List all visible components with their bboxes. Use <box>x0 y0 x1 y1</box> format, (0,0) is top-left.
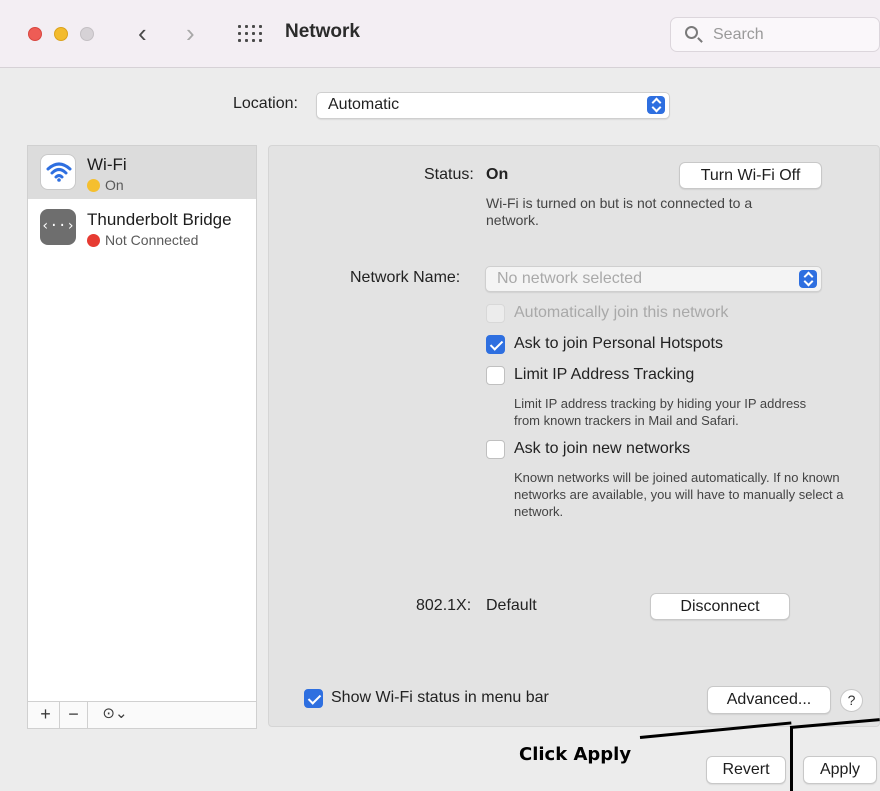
remove-service-button[interactable]: − <box>60 702 88 728</box>
service-list-toolbar: + − ⊙⌄ <box>28 701 256 728</box>
ask-new-networks-label: Ask to join new networks <box>514 440 691 457</box>
ask-new-networks-checkbox[interactable] <box>486 440 505 459</box>
action-menu-button[interactable]: ⊙⌄ <box>92 702 138 728</box>
limit-ip-tracking-label: Limit IP Address Tracking <box>514 366 695 383</box>
show-wifi-status-checkbox[interactable] <box>304 689 323 708</box>
turn-wifi-off-button[interactable]: Turn Wi-Fi Off <box>679 162 822 189</box>
back-arrow-icon[interactable]: ‹ <box>138 18 147 48</box>
zoom-window-button[interactable] <box>80 27 94 41</box>
apply-button[interactable]: Apply <box>803 756 877 784</box>
service-item-wifi[interactable]: Wi-Fi On <box>28 146 256 199</box>
status-dot-icon <box>87 234 100 247</box>
dot1x-label: 802.1X: <box>416 597 472 614</box>
network-name-select[interactable]: No network selected <box>485 266 822 292</box>
forward-arrow-icon[interactable]: › <box>186 18 195 48</box>
network-name-label: Network Name: <box>350 269 461 286</box>
service-name: Wi-Fi <box>87 155 127 174</box>
service-status-text: On <box>105 177 124 193</box>
service-status: On <box>87 177 124 193</box>
status-label: Status: <box>424 166 474 183</box>
status-value: On <box>486 166 509 183</box>
network-name-placeholder: No network selected <box>497 270 642 287</box>
service-status: Not Connected <box>87 232 198 248</box>
search-field[interactable]: Search <box>670 17 880 52</box>
new-networks-description: Known networks will be joined automatica… <box>514 470 844 519</box>
chevron-updown-icon <box>647 96 665 114</box>
dot1x-value: Default <box>486 597 537 614</box>
window-title: Network <box>285 21 360 42</box>
service-status-text: Not Connected <box>105 232 199 248</box>
auto-join-label: Automatically join this network <box>514 304 729 321</box>
annotation-box-edge <box>790 728 793 791</box>
wifi-icon <box>40 154 76 190</box>
help-button[interactable]: ? <box>840 689 863 712</box>
search-icon <box>685 26 698 39</box>
disconnect-button[interactable]: Disconnect <box>650 593 790 620</box>
status-description: Wi-Fi is turned on but is not connected … <box>486 195 753 228</box>
location-label: Location: <box>233 95 298 112</box>
auto-join-checkbox[interactable] <box>486 304 505 323</box>
personal-hotspots-checkbox[interactable] <box>486 335 505 354</box>
wifi-settings-panel <box>268 145 880 727</box>
thunderbolt-bridge-icon: ‹··› <box>40 209 76 245</box>
minimize-window-button[interactable] <box>54 27 68 41</box>
location-value: Automatic <box>328 96 400 113</box>
limit-ip-description: Limit IP address tracking by hiding your… <box>514 396 807 428</box>
limit-ip-tracking-checkbox[interactable] <box>486 366 505 385</box>
service-item-thunderbolt-bridge[interactable]: ‹··› Thunderbolt Bridge Not Connected <box>28 201 256 254</box>
chevron-updown-icon <box>799 270 817 288</box>
status-dot-icon <box>87 179 100 192</box>
close-window-button[interactable] <box>28 27 42 41</box>
service-name: Thunderbolt Bridge <box>87 210 232 229</box>
show-wifi-status-label: Show Wi-Fi status in menu bar <box>331 689 549 706</box>
title-bar: ‹ › Network Search <box>0 0 880 68</box>
search-placeholder: Search <box>713 26 764 43</box>
location-select[interactable]: Automatic <box>316 92 670 119</box>
show-all-grid-icon[interactable] <box>238 25 262 43</box>
personal-hotspots-label: Ask to join Personal Hotspots <box>514 335 723 352</box>
annotation-text: Click Apply <box>519 744 632 765</box>
add-service-button[interactable]: + <box>32 702 60 728</box>
advanced-button[interactable]: Advanced... <box>707 686 831 714</box>
revert-button[interactable]: Revert <box>706 756 786 784</box>
service-list: Wi-Fi On ‹··› Thunderbolt Bridge Not Con… <box>27 145 257 729</box>
network-preferences-window: ‹ › Network Search Location: Automatic W… <box>0 0 880 791</box>
